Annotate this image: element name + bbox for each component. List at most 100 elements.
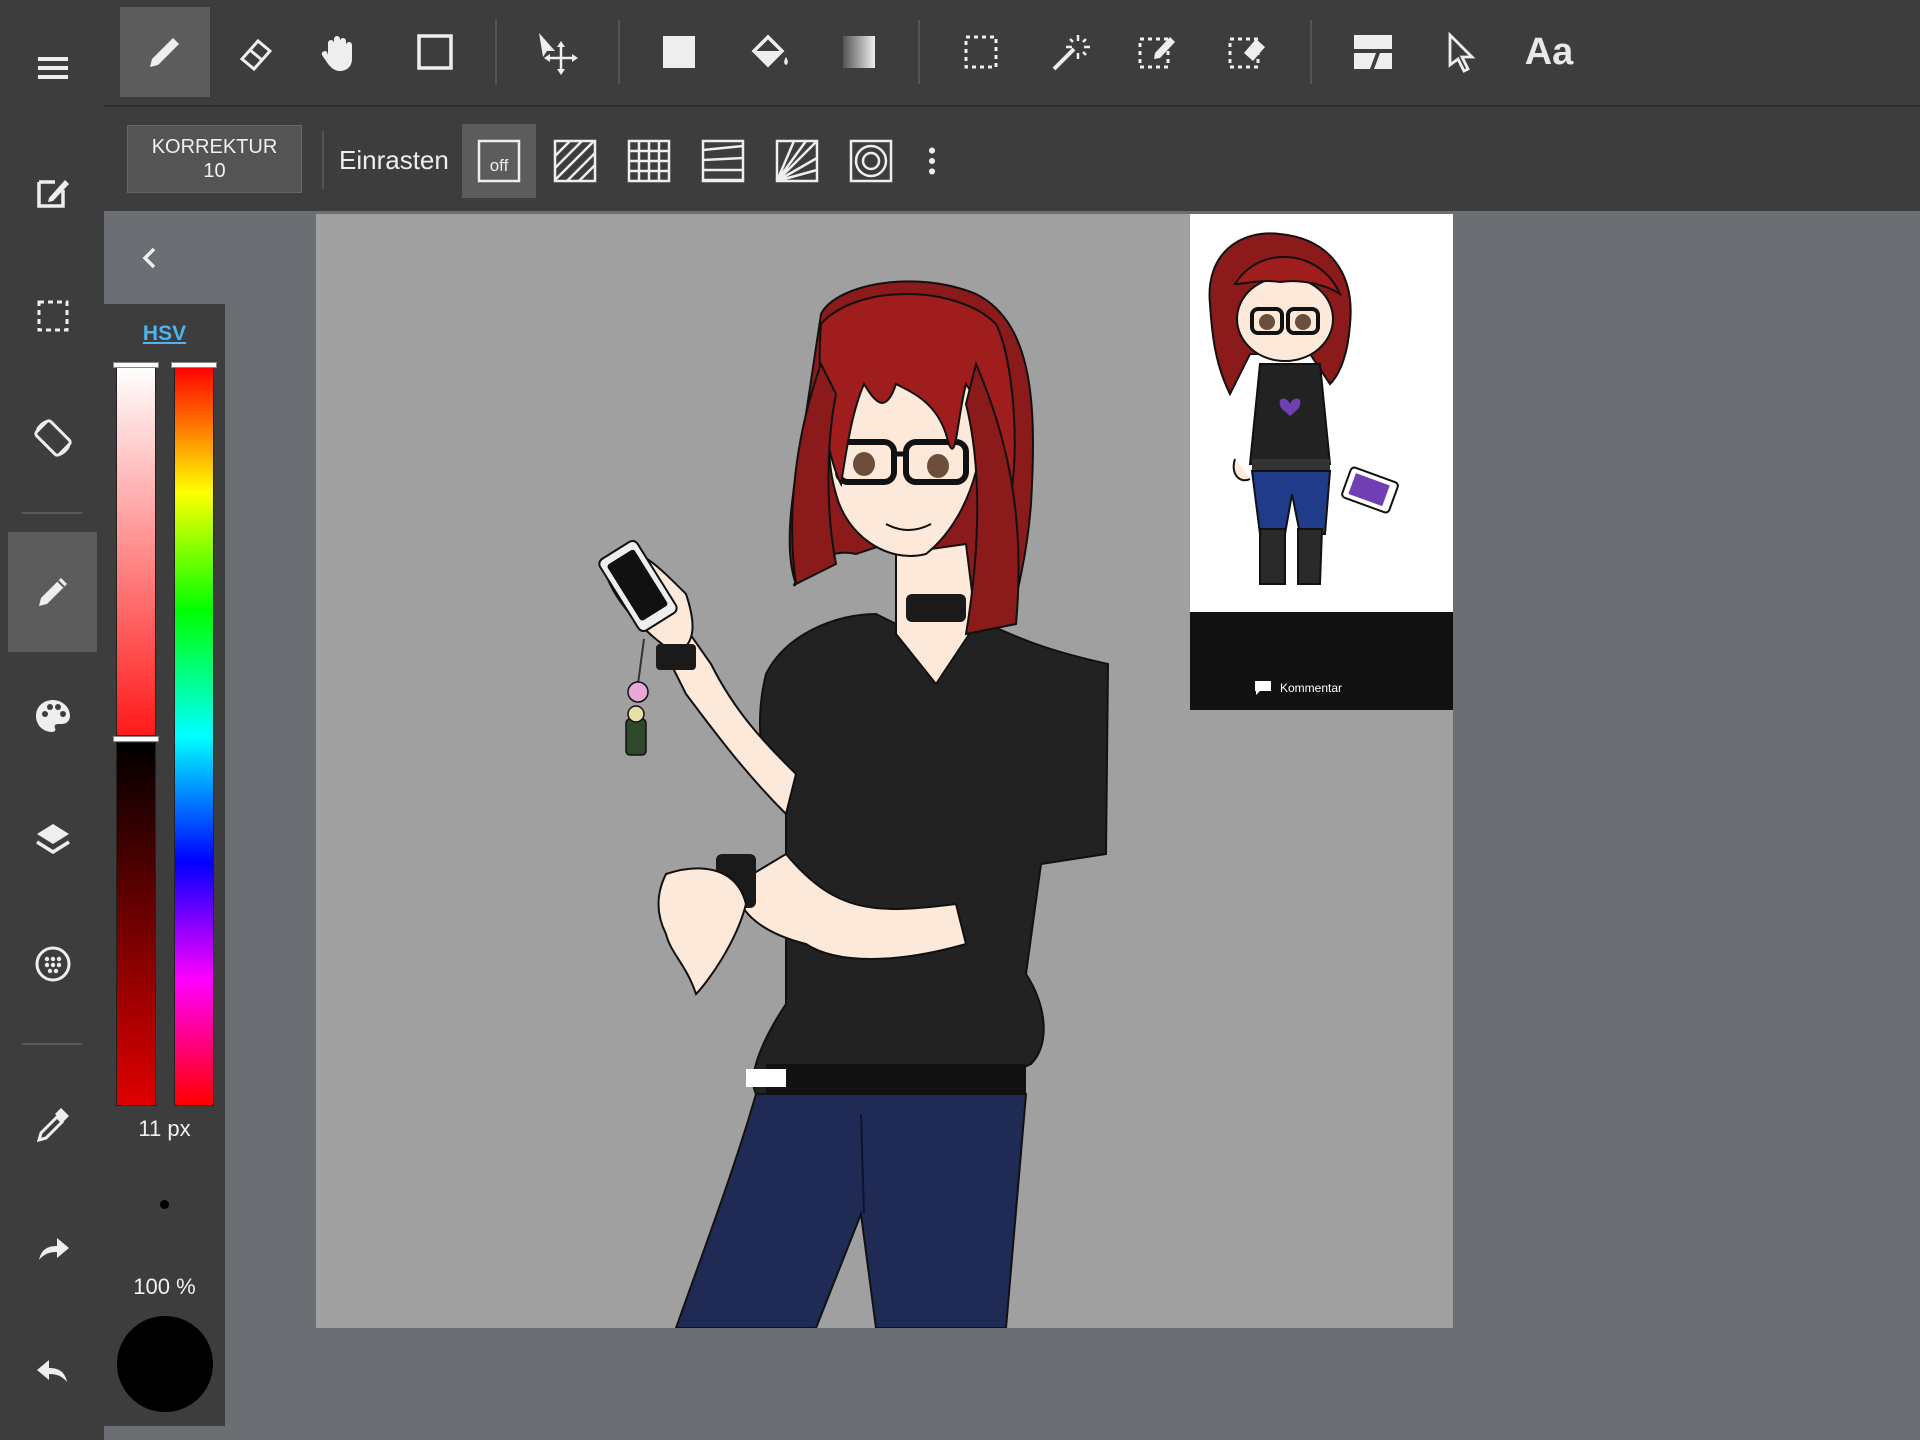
snap-radial-icon bbox=[775, 139, 819, 183]
pen-tool-button[interactable] bbox=[8, 532, 97, 652]
shape-tool[interactable] bbox=[390, 7, 480, 97]
collapse-panel-button[interactable] bbox=[128, 236, 172, 280]
hand-icon bbox=[321, 36, 352, 71]
more-options-button[interactable] bbox=[912, 124, 952, 198]
rotate-icon bbox=[33, 419, 72, 457]
saturation-handle[interactable] bbox=[113, 362, 159, 368]
move-icon bbox=[539, 33, 578, 75]
bucket-icon bbox=[751, 34, 788, 68]
snap-concentric-icon bbox=[849, 139, 893, 183]
select-pen-tool[interactable] bbox=[1112, 7, 1202, 97]
snap-label: Einrasten bbox=[339, 145, 449, 175]
pen-icon bbox=[150, 38, 179, 67]
magic-wand-icon bbox=[1052, 35, 1090, 71]
layers-button[interactable] bbox=[8, 780, 97, 900]
redo-icon bbox=[38, 1238, 69, 1260]
snap-concentric-button[interactable] bbox=[834, 124, 908, 198]
value-slider[interactable] bbox=[116, 742, 156, 1106]
snap-grid-button[interactable] bbox=[612, 124, 686, 198]
opacity-label[interactable]: 100 % bbox=[104, 1274, 225, 1300]
toolbar-divider bbox=[918, 20, 920, 84]
snap-off-icon: off bbox=[477, 139, 521, 183]
reference-illustration bbox=[1208, 232, 1399, 585]
comment-icon bbox=[1255, 681, 1271, 695]
stabilizer-button[interactable]: KORREKTUR 10 bbox=[127, 125, 302, 193]
current-color-swatch[interactable] bbox=[117, 1316, 213, 1412]
snap-perspective-button[interactable] bbox=[686, 124, 760, 198]
select-eraser-tool[interactable] bbox=[1202, 7, 1292, 97]
stabilizer-label: KORREKTUR bbox=[151, 136, 278, 158]
selection-button[interactable] bbox=[8, 256, 97, 376]
text-tool-label: Aa bbox=[1524, 30, 1574, 73]
pen-tool[interactable] bbox=[120, 7, 210, 97]
text-tool[interactable]: Aa bbox=[1504, 7, 1594, 97]
stabilizer-value: 10 bbox=[203, 160, 226, 182]
redo-button[interactable] bbox=[8, 1188, 97, 1308]
select-eraser-icon bbox=[1228, 37, 1265, 69]
reference-image-window[interactable]: Kommentar bbox=[1190, 214, 1453, 710]
gradient-tool[interactable] bbox=[814, 7, 904, 97]
operation-tool[interactable] bbox=[1416, 7, 1506, 97]
left-toolbar bbox=[0, 0, 104, 1440]
color-panel: HSV 11 px 100 % bbox=[104, 304, 225, 1426]
fill-shape-tool[interactable] bbox=[634, 7, 724, 97]
color-button[interactable] bbox=[8, 656, 97, 776]
edit-button[interactable] bbox=[8, 132, 97, 252]
move-tool[interactable] bbox=[513, 7, 603, 97]
rectangle-icon bbox=[417, 34, 453, 70]
comment-label: Kommentar bbox=[1280, 681, 1343, 695]
select-pen-icon bbox=[1138, 37, 1175, 69]
left-divider bbox=[22, 1043, 82, 1045]
toolbar-divider bbox=[618, 20, 620, 84]
bucket-tool[interactable] bbox=[724, 7, 814, 97]
selection-icon bbox=[37, 300, 68, 332]
snap-parallel-button[interactable] bbox=[538, 124, 612, 198]
panel-tool[interactable] bbox=[1328, 7, 1418, 97]
subbar-divider bbox=[322, 131, 324, 189]
snap-radial-button[interactable] bbox=[760, 124, 834, 198]
material-button[interactable] bbox=[8, 904, 97, 1024]
select-rect-tool[interactable] bbox=[936, 7, 1026, 97]
snap-off-text: off bbox=[490, 156, 509, 175]
toolbar-divider bbox=[495, 20, 497, 84]
rotate-button[interactable] bbox=[8, 378, 97, 498]
eyedropper-button[interactable] bbox=[8, 1064, 97, 1184]
brush-size-label[interactable]: 11 px bbox=[104, 1116, 225, 1142]
eraser-tool[interactable] bbox=[210, 7, 300, 97]
gradient-icon bbox=[843, 36, 875, 68]
hue-handle[interactable] bbox=[171, 362, 217, 368]
eyedropper-icon bbox=[36, 1108, 69, 1143]
snap-grid-icon bbox=[627, 139, 671, 183]
snap-off-button[interactable]: off bbox=[462, 124, 536, 198]
snap-parallel-icon bbox=[553, 139, 597, 183]
hand-tool[interactable] bbox=[294, 7, 384, 97]
snap-perspective-icon bbox=[701, 139, 745, 183]
edit-note-icon bbox=[36, 180, 69, 208]
chevron-left-icon bbox=[142, 247, 156, 269]
menu-icon bbox=[37, 57, 68, 79]
value-handle[interactable] bbox=[113, 736, 159, 742]
pen-icon bbox=[38, 578, 67, 606]
pointer-icon bbox=[1448, 31, 1476, 73]
brush-options-bar: KORREKTUR 10 Einrasten off bbox=[104, 105, 1920, 211]
palette-icon bbox=[35, 700, 70, 732]
comment-button[interactable]: Kommentar bbox=[1254, 680, 1342, 696]
left-divider bbox=[22, 512, 82, 514]
saturation-slider[interactable] bbox=[116, 366, 156, 736]
material-icon bbox=[35, 946, 70, 982]
fill-rectangle-icon bbox=[663, 36, 695, 68]
toolbar-divider bbox=[1310, 20, 1312, 84]
menu-button[interactable] bbox=[8, 8, 97, 128]
panel-icon bbox=[1354, 35, 1392, 69]
saturation-value-slider[interactable] bbox=[113, 362, 159, 1406]
undo-icon bbox=[36, 1360, 67, 1382]
eraser-icon bbox=[239, 38, 273, 72]
hue-slider[interactable] bbox=[174, 366, 214, 1106]
more-vertical-icon bbox=[928, 147, 936, 175]
top-toolbar: Aa bbox=[104, 0, 1920, 105]
magic-wand-tool[interactable] bbox=[1024, 7, 1114, 97]
brush-size-preview bbox=[160, 1200, 169, 1209]
undo-button[interactable] bbox=[8, 1310, 97, 1430]
color-mode-toggle[interactable]: HSV bbox=[104, 322, 225, 346]
layers-icon bbox=[35, 824, 70, 855]
